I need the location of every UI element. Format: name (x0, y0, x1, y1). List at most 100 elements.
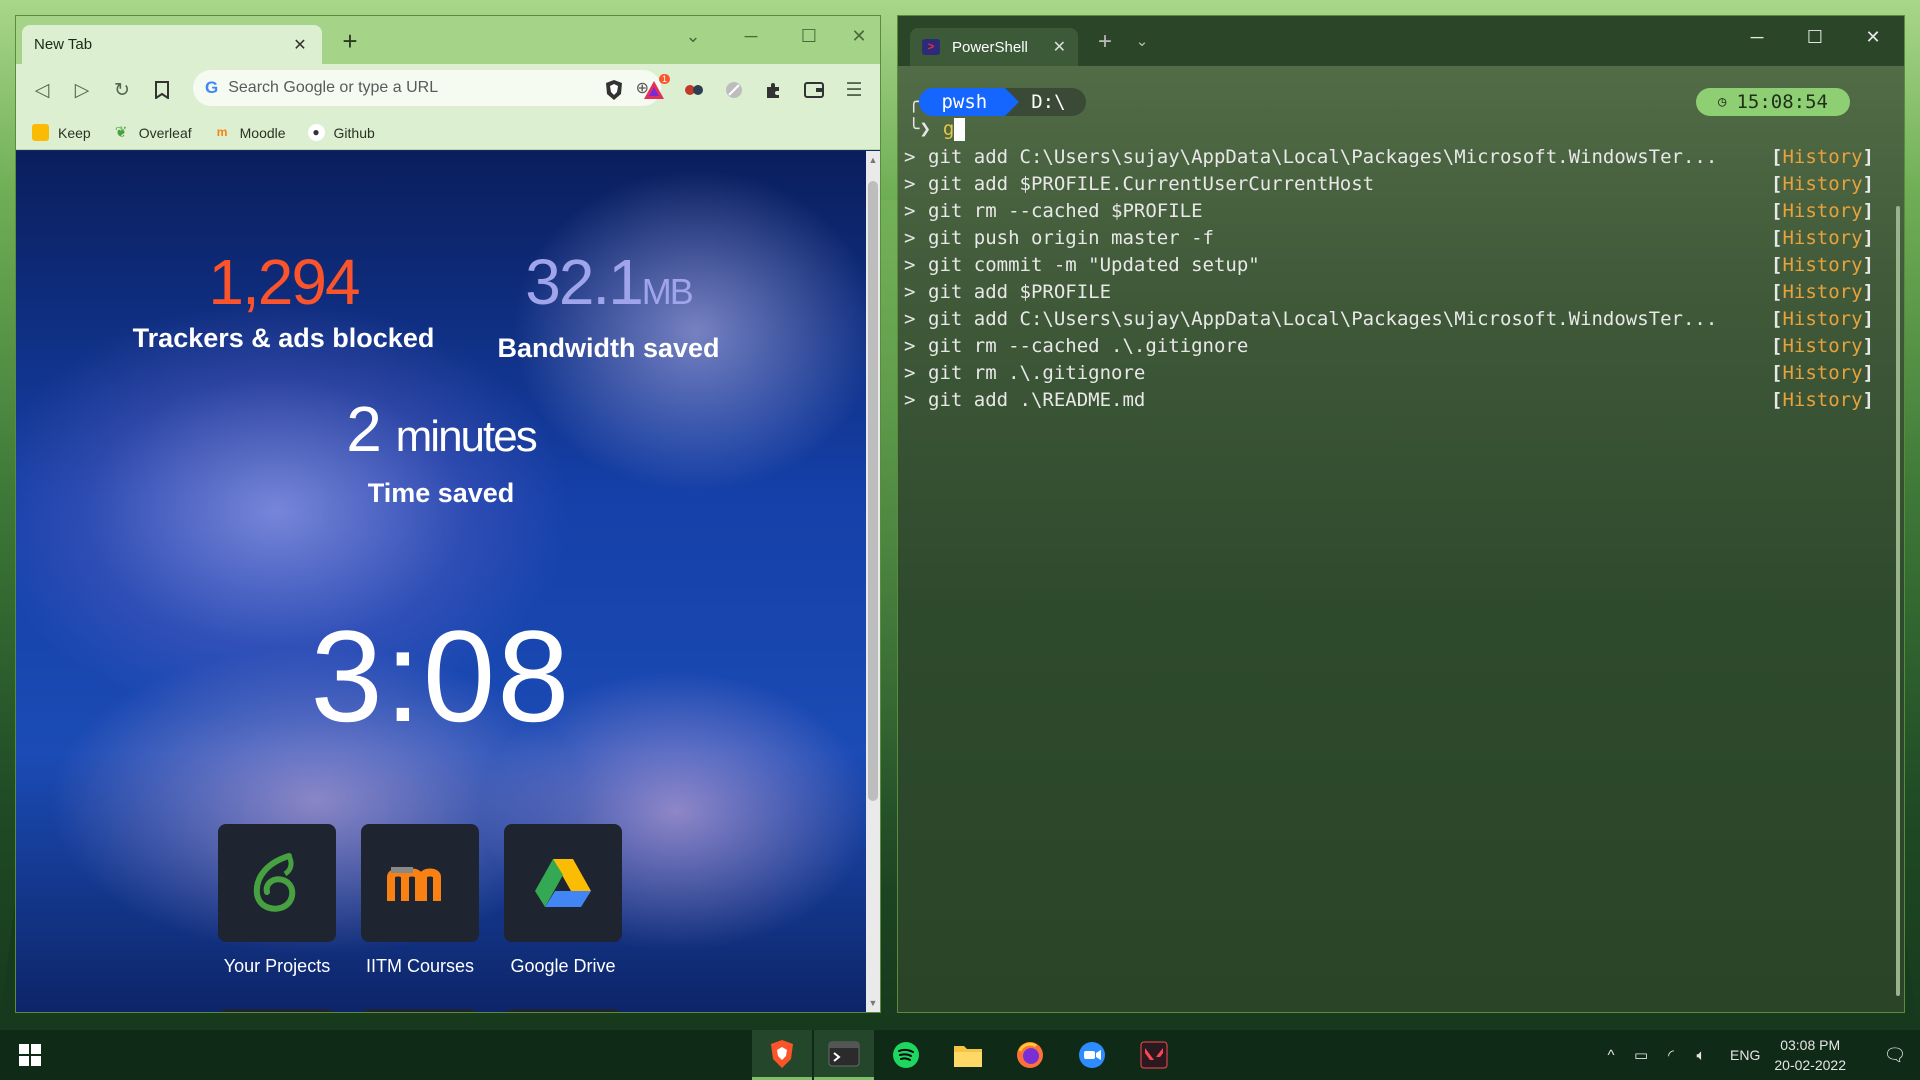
scroll-down-icon[interactable]: ▼ (866, 998, 880, 1008)
new-tab-button[interactable]: + (334, 26, 366, 58)
new-tab-clock: 3:08 (310, 603, 572, 749)
bookmark-moodle[interactable]: m Moodle (214, 124, 286, 141)
prediction-item[interactable]: > git add .\README.md [History] (898, 387, 1888, 414)
keep-icon (32, 124, 49, 141)
prediction-command: git rm --cached .\.gitignore (928, 335, 1249, 357)
extensions-puzzle-icon[interactable] (754, 70, 794, 110)
prediction-source: [History] (1771, 389, 1874, 411)
prediction-item[interactable]: > git add $PROFILE.CurrentUserCurrentHost… (898, 171, 1888, 198)
command-input[interactable]: ╰❯ g (908, 116, 966, 142)
browser-tab-new-tab[interactable]: New Tab ✕ (22, 25, 322, 64)
browser-scroll-thumb[interactable] (868, 181, 878, 801)
browser-window: New Tab ✕ + ⌄ ─ ☐ ✕ ◁ ▷ ↻ G Search Googl… (16, 16, 880, 1012)
close-tab-icon[interactable]: ✕ (1053, 37, 1066, 57)
terminal-scrollbar[interactable] (1896, 206, 1900, 996)
brave-rewards-icon[interactable]: 1 (634, 70, 674, 110)
bookmark-overleaf[interactable]: ❦ Overleaf (113, 124, 192, 141)
text-cursor (954, 118, 966, 141)
prediction-command: git commit -m "Updated setup" (928, 254, 1260, 276)
bookmark-icon[interactable] (142, 70, 182, 110)
google-icon: G (205, 78, 219, 97)
menu-icon[interactable]: ☰ (834, 70, 874, 110)
top-site-your-projects[interactable]: Your Projects (207, 824, 347, 977)
back-icon[interactable]: ◁ (22, 70, 62, 110)
notification-icon[interactable]: 🗨︎ (1870, 1045, 1920, 1066)
bandwidth-unit: MB (641, 271, 694, 312)
close-tab-icon[interactable]: ✕ (290, 35, 310, 55)
new-tab-button[interactable]: + (1090, 28, 1120, 56)
bookmark-label: Keep (58, 124, 91, 141)
prediction-item[interactable]: > git add C:\Users\sujay\AppData\Local\Pa… (898, 306, 1888, 333)
prediction-command: git add C:\Users\sujay\AppData\Local\Pac… (928, 146, 1718, 168)
terminal-output[interactable]: ╭ pwsh D:\ ◷ 15:08:54 ╰❯ g > git add C:\U… (898, 70, 1888, 1012)
close-window-icon[interactable]: ✕ (1844, 16, 1902, 58)
prediction-command: git rm .\.gitignore (928, 362, 1146, 384)
browser-titlebar: New Tab ✕ + ⌄ ─ ☐ ✕ (16, 16, 880, 64)
close-window-icon[interactable]: ✕ (838, 16, 880, 56)
volume-icon[interactable]: 🔈︎ (1686, 1047, 1716, 1064)
prediction-item[interactable]: > git rm --cached .\.gitignore [History] (898, 333, 1888, 360)
chevron-up-icon[interactable]: ^ (1596, 1047, 1626, 1064)
prediction-item[interactable]: > git commit -m "Updated setup" [History] (898, 252, 1888, 279)
terminal-tab-title: PowerShell (952, 38, 1028, 56)
taskbar-valorant[interactable] (1124, 1030, 1184, 1080)
trackers-value: 1,294 (208, 246, 360, 318)
start-button[interactable] (0, 1030, 60, 1080)
top-site-placeholder[interactable] (504, 1009, 622, 1012)
forward-icon[interactable]: ▷ (62, 70, 102, 110)
maximize-icon[interactable]: ☐ (1786, 16, 1844, 58)
top-site-google-drive[interactable]: Google Drive (493, 824, 633, 977)
prediction-marker: > (904, 146, 916, 168)
top-site-placeholder[interactable] (218, 1009, 336, 1012)
taskbar-brave[interactable] (752, 1030, 812, 1080)
wifi-icon[interactable]: ◜ (1656, 1046, 1686, 1064)
bookmark-keep[interactable]: Keep (32, 124, 91, 141)
extension-icon[interactable] (674, 70, 714, 110)
taskbar-firefox[interactable] (1000, 1030, 1060, 1080)
wallet-icon[interactable] (794, 70, 834, 110)
top-site-placeholder[interactable] (361, 1009, 479, 1012)
battery-icon[interactable]: ▭ (1626, 1046, 1656, 1064)
taskbar-spotify[interactable] (876, 1030, 936, 1080)
minimize-icon[interactable]: ─ (722, 16, 780, 56)
terminal-tab-powershell[interactable]: > PowerShell ✕ (910, 28, 1078, 66)
bookmark-github[interactable]: ● Github (307, 124, 375, 141)
address-bar[interactable]: G Search Google or type a URL ⊕ (193, 70, 661, 106)
overleaf-icon: ❦ (114, 124, 128, 141)
folder-icon (954, 1046, 982, 1067)
prediction-source: [History] (1771, 200, 1874, 222)
taskbar-zoom[interactable] (1062, 1030, 1122, 1080)
bookmarks-bar: Keep ❦ Overleaf m Moodle ● Github (16, 116, 880, 150)
rewards-badge: 1 (658, 74, 670, 84)
profile-dropdown-icon[interactable]: ⌄ (1130, 32, 1154, 50)
browser-scrollbar[interactable]: ▲ ▼ (866, 151, 880, 1012)
maximize-icon[interactable]: ☐ (780, 16, 838, 56)
taskbar-terminal[interactable] (814, 1030, 874, 1080)
prediction-command: git add $PROFILE.CurrentUserCurrentHost (928, 173, 1375, 195)
tile-label: IITM Courses (365, 956, 475, 976)
powershell-icon: > (922, 39, 940, 55)
prediction-source: [History] (1771, 308, 1874, 330)
scroll-up-icon[interactable]: ▲ (866, 155, 880, 165)
prediction-item[interactable]: > git rm --cached $PROFILE [History] (898, 198, 1888, 225)
reload-icon[interactable]: ↻ (102, 70, 142, 110)
language-indicator[interactable]: ENG (1730, 1047, 1760, 1063)
prediction-marker: > (904, 254, 916, 276)
top-site-iitm-courses[interactable]: IITM Courses (350, 824, 490, 977)
tab-search-icon[interactable]: ⌄ (664, 16, 722, 56)
prediction-item[interactable]: > git push origin master -f [History] (898, 225, 1888, 252)
brave-shields-icon[interactable] (594, 70, 634, 110)
bookmark-label: Github (333, 124, 375, 141)
terminal-window: > PowerShell ✕ + ⌄ ─ ☐ ✕ ╭ pwsh D:\ ◷ 15… (898, 16, 1904, 1012)
minimize-icon[interactable]: ─ (1728, 16, 1786, 58)
extension-disabled-icon[interactable] (714, 70, 754, 110)
prediction-command: git rm --cached $PROFILE (928, 200, 1203, 222)
prediction-marker: > (904, 227, 916, 249)
prediction-item[interactable]: > git add C:\Users\sujay\AppData\Local\Pa… (898, 144, 1888, 171)
prediction-item[interactable]: > git add $PROFILE [History] (898, 279, 1888, 306)
taskbar-file-explorer[interactable] (938, 1030, 998, 1080)
prediction-item[interactable]: > git rm .\.gitignore [History] (898, 360, 1888, 387)
system-clock[interactable]: 03:08 PM 20-02-2022 (1774, 1035, 1846, 1075)
valorant-icon (1140, 1041, 1168, 1069)
trackers-stat: 1,294 Trackers & ads blocked (96, 247, 471, 354)
